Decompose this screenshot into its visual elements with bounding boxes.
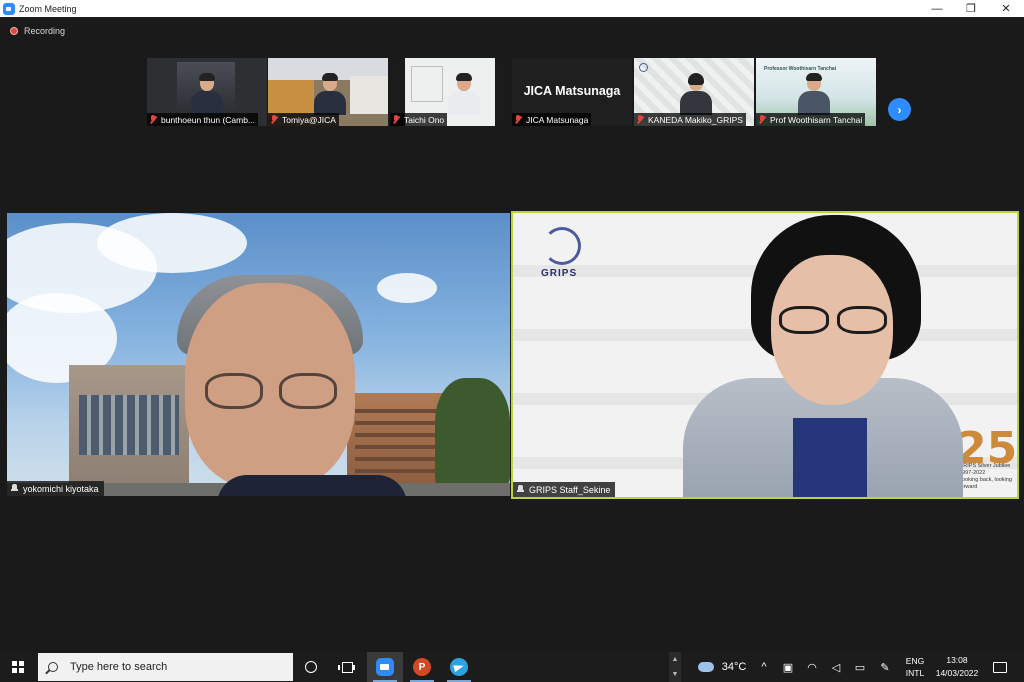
participant-video — [446, 73, 482, 115]
participant-name: JICA Matsunaga — [526, 114, 589, 125]
participant-video — [678, 73, 714, 115]
muted-mic-icon — [514, 115, 522, 124]
cloud-icon — [698, 662, 714, 672]
recording-indicator[interactable]: Recording — [10, 26, 65, 36]
participant-thumbnail[interactable]: Tomiya@JICA — [268, 58, 388, 126]
chevron-up-icon: ^ — [761, 661, 767, 673]
taskbar-app-zoom[interactable] — [367, 652, 403, 682]
network-button[interactable]: ◠ — [803, 652, 821, 682]
input-language-button[interactable]: ENG INTL — [900, 652, 930, 682]
window-title: Zoom Meeting — [19, 3, 77, 14]
building-image — [69, 365, 189, 485]
clock-button[interactable]: 13:08 14/03/2022 — [930, 652, 984, 682]
recording-dot-icon — [10, 27, 18, 35]
participant-display-name: JICA Matsunaga — [523, 84, 621, 98]
volume-button[interactable]: ◁ — [827, 652, 845, 682]
pen-workspace-button[interactable]: ✎ — [876, 652, 894, 682]
grips-logo-text: GRIPS — [541, 268, 578, 279]
search-icon — [48, 662, 58, 672]
participant-video — [312, 73, 348, 115]
participant-name: Tomiya@JICA — [282, 114, 336, 125]
notifications-button[interactable] — [990, 652, 1010, 682]
participant-video — [796, 73, 832, 115]
weather-widget[interactable] — [694, 652, 718, 682]
start-button[interactable] — [0, 652, 36, 682]
meeting-area: Recording bunthoeun thun (Camb... Tomiya… — [0, 17, 1024, 652]
glasses-image — [775, 306, 890, 336]
pen-icon: ✎ — [880, 661, 890, 674]
restore-button[interactable]: ❐ — [954, 0, 988, 17]
battery-button[interactable]: ▭ — [851, 652, 869, 682]
window-title-bar: Zoom Meeting — ❐ ✕ — [0, 0, 1024, 17]
search-placeholder: Type here to search — [70, 661, 168, 673]
meet-now-button[interactable]: ▣ — [779, 652, 797, 682]
taskbar-app-telegram[interactable] — [441, 652, 477, 682]
task-view-button[interactable] — [329, 652, 365, 682]
participant-thumbnail[interactable]: JICA Matsunaga JICA Matsunaga — [512, 58, 632, 126]
spotlight-icon — [10, 484, 19, 493]
windows-logo-icon — [12, 661, 24, 673]
muted-mic-icon — [758, 115, 766, 124]
zoom-app-icon — [3, 2, 15, 15]
virtual-background-caption: Professor Woothisarn Tanchai — [764, 66, 837, 72]
participant-name: Taichi Ono — [404, 114, 445, 125]
taskbar-search-box[interactable]: Type here to search — [38, 653, 293, 681]
grips-logo-icon — [639, 63, 648, 72]
muted-mic-icon — [636, 115, 644, 124]
camera-icon: ▣ — [782, 661, 794, 674]
video-tile-speaker[interactable]: yokomichi kiyotaka — [7, 213, 510, 496]
participant-name: yokomichi kiyotaka — [23, 483, 99, 494]
taskbar-app-powerpoint[interactable]: P — [404, 652, 440, 682]
show-hidden-icons-button[interactable]: ^ — [756, 652, 772, 682]
building-image — [347, 393, 447, 488]
participant-name: KANEDA Makiko_GRIPS — [648, 114, 743, 125]
zoom-icon — [376, 658, 394, 676]
participant-thumbnail[interactable]: Taichi Ono — [390, 58, 510, 126]
clock-time: 13:08 — [946, 655, 968, 665]
participant-name: GRIPS Staff_Sekine — [529, 484, 611, 495]
minimize-button[interactable]: — — [920, 0, 954, 17]
recording-label: Recording — [24, 26, 66, 36]
clock-date: 14/03/2022 — [935, 668, 979, 678]
video-tile-active-speaker[interactable]: GRIPS 25 GRIPS Silver Jubilee 1997-2022 … — [511, 211, 1019, 499]
spotlight-icon — [516, 485, 525, 494]
jubilee-caption: GRIPS Silver Jubilee 1997-2022 Looking b… — [959, 463, 1012, 490]
windows-taskbar: Type here to search P ▲ ▼ 34°C ^ ▣ ◠ ◁ ▭ — [0, 652, 1024, 682]
taskbar-scroll[interactable]: ▲ ▼ — [669, 652, 681, 682]
weather-temperature[interactable]: 34°C — [718, 652, 750, 682]
telegram-icon — [450, 658, 468, 676]
wifi-icon: ◠ — [807, 661, 817, 674]
speaker-icon: ◁ — [831, 661, 841, 674]
participant-thumbnail[interactable]: KANEDA Makiko_GRIPS — [634, 58, 754, 126]
grips-logo-icon — [543, 227, 581, 265]
cortana-icon — [305, 661, 317, 673]
cortana-button[interactable] — [293, 652, 329, 682]
video-name-tag: GRIPS Staff_Sekine — [513, 482, 616, 497]
muted-mic-icon — [270, 115, 278, 124]
participant-thumbnail[interactable]: bunthoeun thun (Camb... — [147, 58, 267, 126]
powerpoint-icon: P — [413, 658, 431, 676]
scroll-up-icon[interactable]: ▲ — [669, 652, 681, 667]
chevron-right-icon: › — [897, 102, 902, 117]
next-page-button[interactable]: › — [888, 98, 911, 121]
video-name-tag: yokomichi kiyotaka — [7, 481, 104, 496]
tree-image — [435, 378, 510, 488]
glasses-image — [197, 373, 347, 411]
muted-mic-icon — [392, 115, 400, 124]
participant-name: bunthoeun thun (Camb... — [161, 114, 256, 125]
muted-mic-icon — [149, 115, 157, 124]
participant-name: Prof Woothisarn Tanchai — [770, 114, 863, 125]
participant-video — [189, 73, 225, 115]
scroll-down-icon[interactable]: ▼ — [669, 667, 681, 682]
task-view-icon — [337, 661, 355, 673]
battery-icon: ▭ — [854, 661, 866, 674]
participant-thumbnail[interactable]: Professor Woothisarn Tanchai Prof Woothi… — [756, 58, 876, 126]
close-button[interactable]: ✕ — [989, 0, 1023, 17]
notification-icon — [993, 661, 1007, 673]
